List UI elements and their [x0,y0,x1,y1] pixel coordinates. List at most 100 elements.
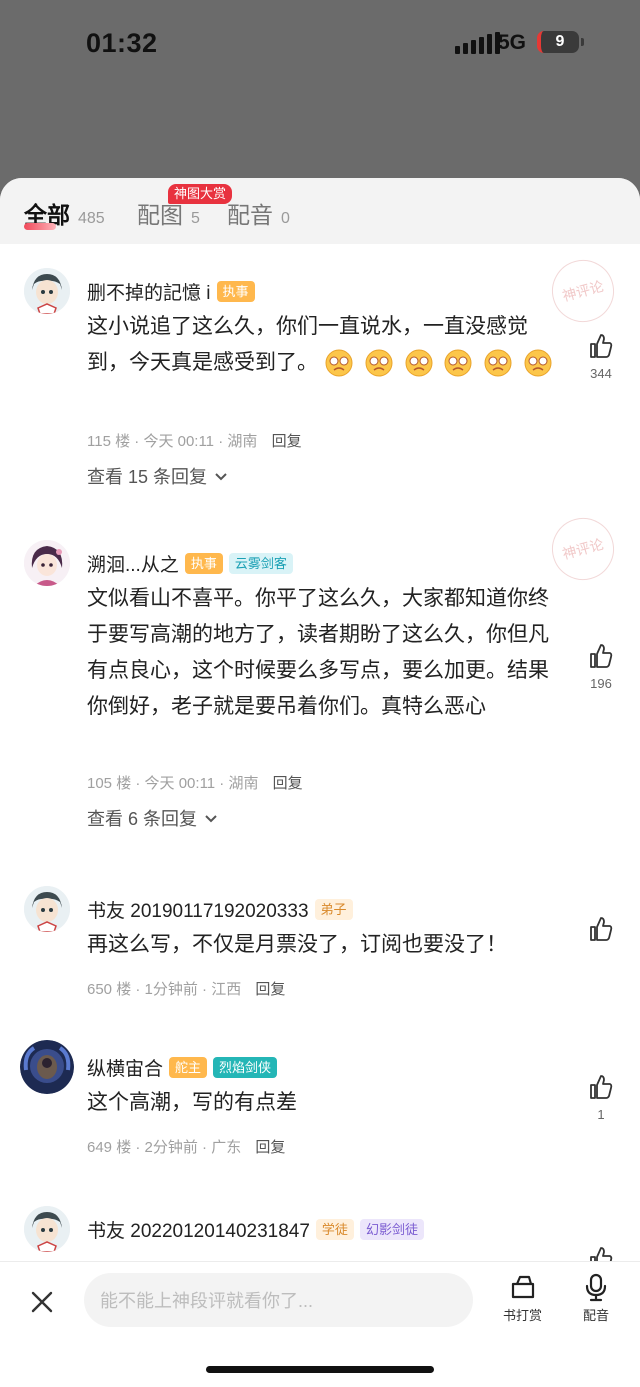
floor-number: 649 楼 [87,1139,132,1156]
tab-count: 0 [281,210,290,227]
comment-text: 再这么写，不仅是月票没了，订阅也要没了！ [87,933,507,956]
like-button[interactable]: 344 [584,333,618,381]
avatar[interactable] [24,268,70,314]
view-replies-button[interactable]: 查看 6 条回复 [87,805,219,831]
view-replies-label: 查看 6 条回复 [87,809,198,829]
username[interactable]: 纵横宙合 [87,1054,163,1081]
thumbs-up-icon [590,1247,613,1261]
network-type: 5G [498,31,527,54]
comment-location: 湖南 [228,775,259,792]
rank-badge: 学徒 [315,1218,354,1240]
comment-header: 纵横宙合 舵主 烈焰剑侠 [87,1054,278,1081]
username[interactable]: 溯洄...从之 [87,550,179,577]
promo-badge: 神图大赏 [168,184,233,204]
reply-button[interactable]: 回复 [255,1139,285,1156]
comment-time: 今天 00:11 [143,433,215,450]
comment-header: 溯洄...从之 执事 云雾剑客 [87,550,293,576]
comment-time: 2分钟前 [144,1139,198,1156]
voice-button[interactable]: 配音 [581,1272,611,1324]
comment-meta: 115 楼 · 今天 00:11 · 湖南 回复 [87,433,302,450]
comment-text: 这小说追了这么久，你们一直说水，一直没感觉到，今天真是感受到了。 [87,309,562,381]
avatar[interactable] [24,1206,70,1252]
rank-badge: 烈焰剑侠 [213,1056,278,1078]
tab-dubbing[interactable]: 配音 0 [227,196,290,230]
comment-header: 删不掉的記憶 i 执事 [87,278,255,304]
rank-badge: 云雾剑客 [228,552,293,574]
comment-meta: 650 楼 · 1分钟前 · 江西 回复 [87,981,286,998]
tip-book-label: 书打赏 [503,1308,543,1323]
like-count: 1 [597,1107,605,1122]
comment-meta: 105 楼 · 今天 00:11 · 湖南 回复 [87,775,303,792]
status-bar: 01:32 5G 9 [0,0,640,90]
tab-count: 5 [191,210,200,227]
tab-active-indicator [24,223,56,230]
floor-number: 105 楼 [87,775,132,792]
reply-button[interactable]: 回复 [255,981,285,998]
comment-location: 湖南 [227,433,258,450]
rank-badge: 执事 [184,552,223,574]
wallet-icon [511,1275,534,1299]
tab-count: 485 [78,210,105,227]
microphone-icon [585,1273,607,1302]
tab-bar: 全部 485 配图 5 神图大赏 配音 0 [0,178,640,244]
like-button[interactable] [584,1246,618,1261]
comment-header: 书友 20220120140231847 学徒 幻影剑徒 [87,1216,424,1242]
view-replies-button[interactable]: 查看 15 条回复 [87,463,229,489]
floor-number: 650 楼 [87,981,132,998]
status-time: 01:32 [86,28,158,58]
view-replies-label: 查看 15 条回复 [87,467,208,487]
confused-emoji-icon [524,349,552,377]
comment-header: 书友 20190117192020333 弟子 [87,896,353,922]
rank-badge: 弟子 [314,898,353,920]
thumbs-up-icon [590,334,613,358]
comment-input[interactable]: 能不能上神段评就看你了... [84,1273,473,1327]
avatar[interactable] [20,1040,74,1094]
comment-location: 广东 [211,1139,242,1156]
comment-location: 江西 [211,981,242,998]
comment-text: 文似看山不喜平。你平了这么久，大家都知道你终于要写高潮的地方了，读者期盼了这么久… [87,587,549,718]
close-button[interactable] [28,1288,56,1316]
avatar[interactable] [24,886,70,932]
home-indicator [206,1366,434,1373]
confused-emoji-icon [325,349,353,377]
floor-number: 115 楼 [87,433,131,450]
rank-badge: 执事 [216,280,255,302]
thumbs-up-icon [590,1075,613,1099]
chevron-down-icon [205,815,217,823]
battery-level: 9 [555,33,565,50]
username[interactable]: 删不掉的記憶 i [87,278,211,305]
comment-time: 1分钟前 [144,981,198,998]
close-icon [31,1291,53,1313]
reply-button[interactable]: 回复 [273,775,303,792]
comment-text: 这个高潮，写的有点差 [87,1091,297,1114]
top-comment-stamp: 神评论 [545,511,621,587]
like-button[interactable]: 196 [584,643,618,691]
comment-time: 今天 00:11 [144,775,216,792]
confused-emoji-icon [484,349,512,377]
username[interactable]: 书友 20220120140231847 [87,1216,310,1243]
thumbs-up-icon [590,644,613,668]
username[interactable]: 书友 20190117192020333 [87,896,309,923]
emoji-row [324,349,557,377]
voice-label: 配音 [582,1308,609,1323]
bottom-input-bar: 能不能上神段评就看你了... 书打赏 配音 [0,1261,640,1387]
like-count: 196 [590,676,612,691]
tip-book-button[interactable]: 书打赏 [503,1272,542,1324]
rank-badge: 幻影剑徒 [359,1218,424,1240]
comment-list[interactable]: 删不掉的記憶 i 执事 神评论 这小说追了这么久，你们一直说水，一直没感觉到，今… [0,244,640,1261]
signal-icon [455,32,500,54]
rank-badge: 舵主 [169,1056,208,1078]
confused-emoji-icon [405,349,433,377]
confused-emoji-icon [365,349,393,377]
confused-emoji-icon [444,349,472,377]
thumbs-up-icon [590,917,613,941]
reply-button[interactable]: 回复 [272,433,302,450]
comment-meta: 649 楼 · 2分钟前 · 广东 回复 [87,1139,286,1156]
like-button[interactable] [584,916,618,947]
like-count: 344 [590,366,612,381]
chevron-down-icon [215,473,227,481]
avatar[interactable] [24,540,70,586]
comment-sheet: 全部 485 配图 5 神图大赏 配音 0 删不掉的記憶 i 执事 神评论 这小… [0,178,640,1387]
tab-label: 配音 [227,202,273,228]
like-button[interactable]: 1 [584,1074,618,1122]
